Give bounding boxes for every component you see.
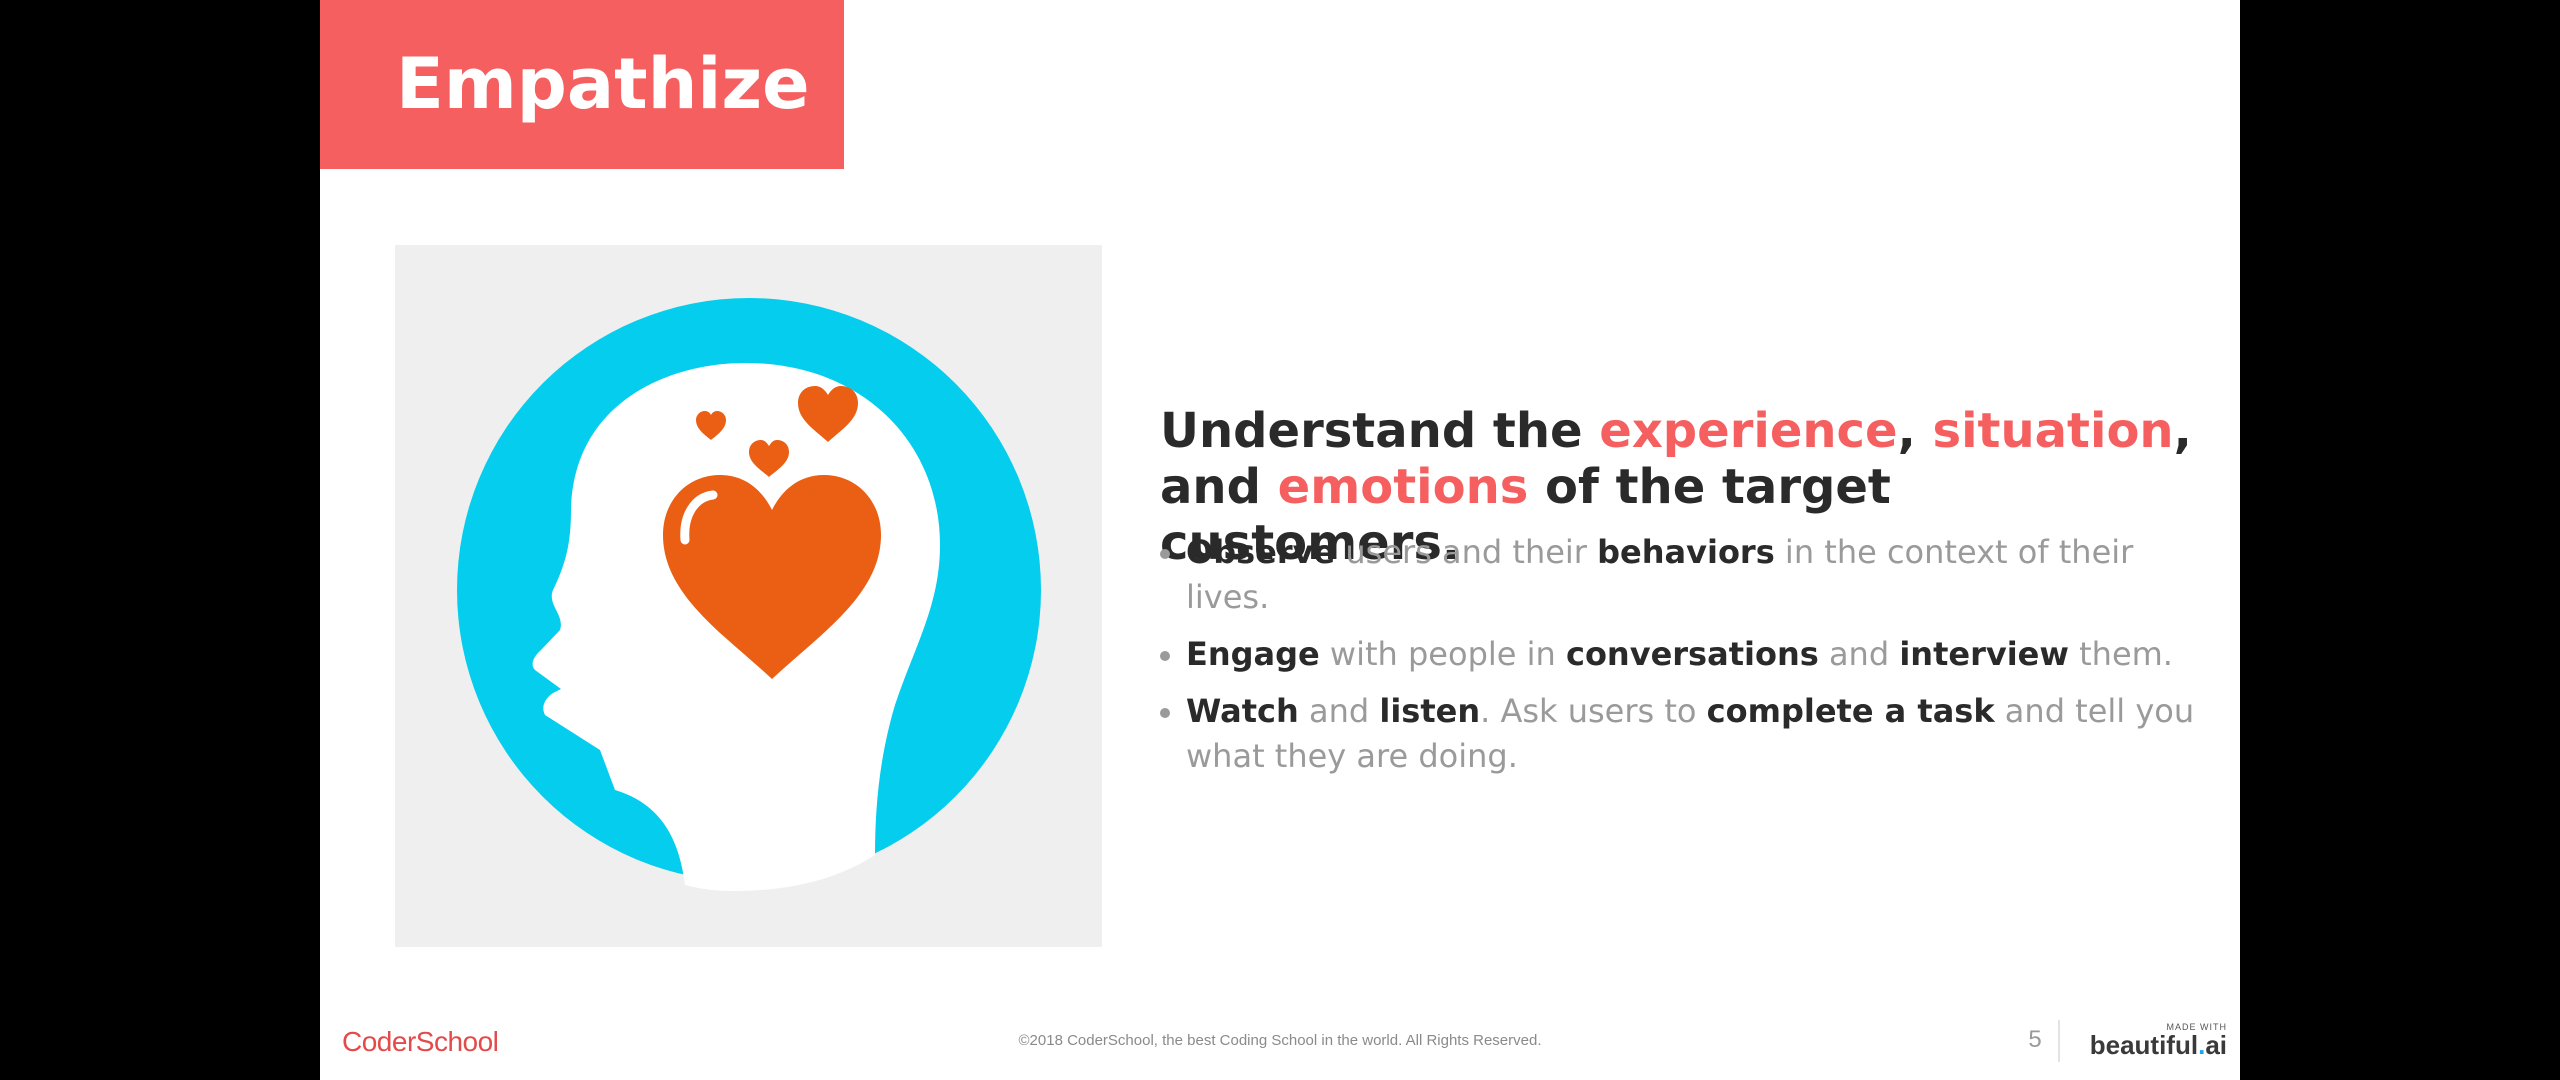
headline-accent-experience: experience: [1599, 403, 1898, 459]
bullet-keyword: complete a task: [1706, 692, 1995, 730]
brand-suffix: ai: [2205, 1030, 2227, 1060]
copyright-text: ©2018 CoderSchool, the best Coding Schoo…: [1018, 1032, 1542, 1049]
headline-accent-situation: situation: [1932, 403, 2174, 459]
bullet-text: . Ask users to: [1480, 692, 1707, 730]
bullet-text: them.: [2068, 635, 2173, 673]
beautiful-ai-logo[interactable]: beautiful.ai: [2082, 1030, 2227, 1061]
bullet-keyword: conversations: [1565, 635, 1819, 673]
bullet-item-engage: Engage with people in conversations and …: [1160, 632, 2200, 677]
bullet-text: and: [1298, 692, 1380, 730]
brand-name: beautiful: [2089, 1030, 2199, 1060]
bullet-keyword: interview: [1899, 635, 2069, 673]
page-number: 5: [2028, 1026, 2042, 1053]
bullet-keyword: Observe: [1186, 533, 1336, 571]
bullet-dot: [1160, 651, 1170, 661]
bullet-dot: [1160, 708, 1170, 718]
footer-divider: [2058, 1020, 2060, 1062]
headline-text: ,: [1897, 403, 1933, 459]
bullet-keyword: listen: [1379, 692, 1481, 730]
head-with-hearts-icon: [457, 298, 1041, 891]
bullet-item-observe: Observe users and their behaviors in the…: [1160, 530, 2200, 620]
bullet-list: Observe users and their behaviors in the…: [1160, 530, 2200, 791]
bullet-text: with people in: [1319, 635, 1566, 673]
slide-title: Empathize: [396, 43, 810, 125]
empathy-illustration: [395, 245, 1102, 947]
headline-text: Understand the: [1160, 403, 1600, 459]
bullet-keyword: Watch: [1186, 692, 1299, 730]
title-banner: Empathize: [320, 0, 844, 169]
bullet-text: users and their: [1335, 533, 1598, 571]
headline-accent-emotions: emotions: [1277, 459, 1529, 515]
slide: Empathize Understand the experience, sit…: [320, 0, 2240, 1080]
bullet-keyword: Engage: [1186, 635, 1320, 673]
bullet-dot: [1160, 549, 1170, 559]
bullet-item-watch: Watch and listen. Ask users to complete …: [1160, 689, 2200, 779]
bullet-text: and: [1818, 635, 1900, 673]
bullet-keyword: behaviors: [1597, 533, 1775, 571]
